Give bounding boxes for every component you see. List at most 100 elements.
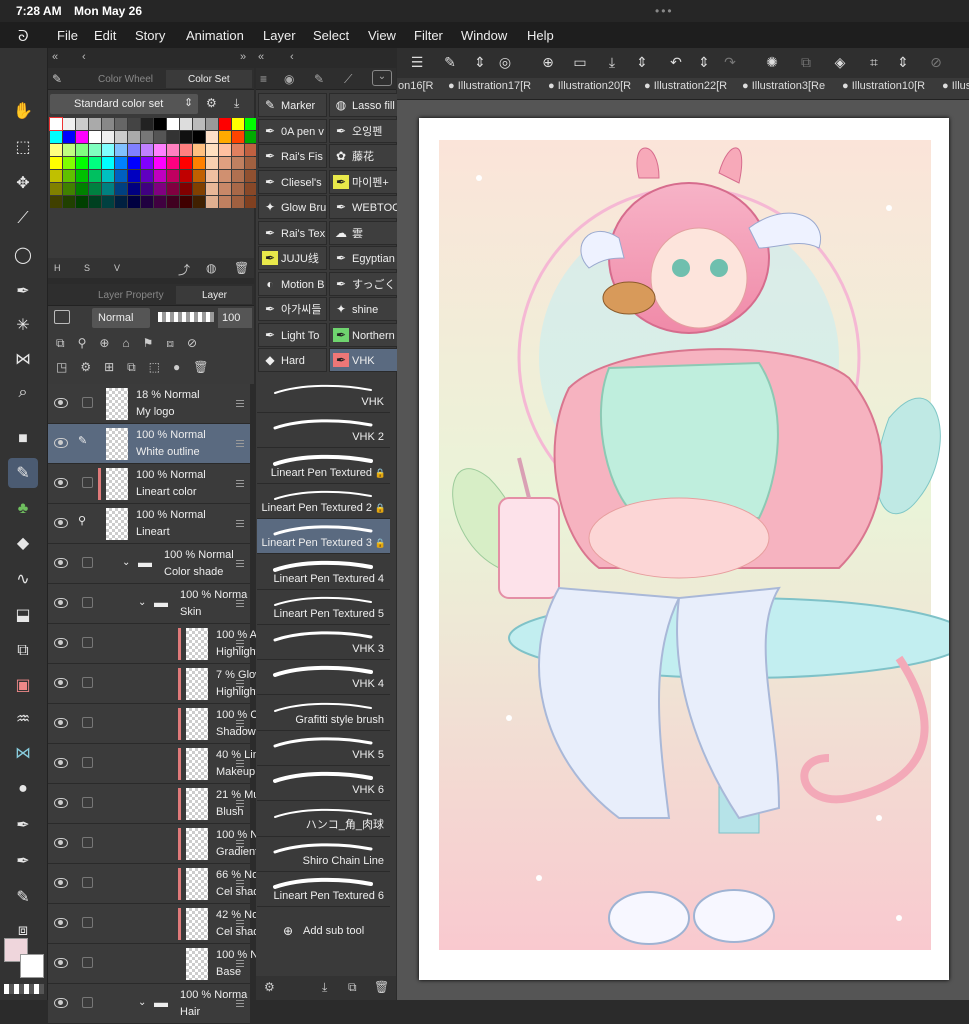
magic-wand-tool-icon[interactable]: ✳ [8,310,38,340]
color-swatch[interactable] [76,131,88,143]
blend-tool-icon[interactable]: ♒ [8,704,38,734]
color-swatch[interactable] [193,170,205,182]
color-swatch[interactable] [232,131,244,143]
clear-icon[interactable]: ⊘ [926,54,946,74]
fill-icon[interactable]: ◈ [830,54,850,74]
opacity-input[interactable]: 100 [218,308,252,328]
color-swatch[interactable] [50,144,62,156]
color-swatch[interactable] [89,118,101,130]
color-swatch[interactable] [115,144,127,156]
layer-checkbox[interactable] [82,877,93,888]
color-swatch[interactable] [219,183,231,195]
color-swatch[interactable] [167,170,179,182]
transparent-color-swatch[interactable] [4,984,44,994]
sub-tool-item[interactable]: ✒ 아가씨들 [258,297,327,321]
layer-toolbar-row-2[interactable]: ◳⚙⊞⧉⬚●🗑 [56,360,252,375]
color-swatch[interactable] [180,157,192,169]
color-swatch[interactable] [193,196,205,208]
layer-checkbox[interactable] [82,397,93,408]
color-swatch[interactable] [167,144,179,156]
color-swatch[interactable] [89,144,101,156]
color-swatch[interactable] [89,170,101,182]
updown-icon-4[interactable]: ⇕ [893,54,913,74]
balloon-tool-icon[interactable]: ● [8,774,38,804]
menu-filter[interactable]: Filter [414,28,443,43]
transform-icon[interactable]: ⧉ [796,54,816,74]
eye-icon[interactable] [54,478,68,488]
sub-tool-item[interactable]: ✒ 0A pen v [258,118,327,143]
color-swatch[interactable] [63,170,75,182]
brush-item[interactable]: ハンコ_角_肉球 [257,801,390,837]
layer-row[interactable]: ⌄ ▬ 100 % Norma Hair [48,984,250,1024]
menu-file[interactable]: File [57,28,78,43]
sub-tool-item[interactable]: ✒ VHK [329,348,398,372]
drag-handle-icon[interactable] [236,760,244,767]
color-swatch[interactable] [141,183,153,195]
canvas-page[interactable] [419,118,949,980]
brush-item[interactable]: 🔒 Lineart Pen Textured 3 [257,519,390,555]
menu-view[interactable]: View [368,28,396,43]
color-swatch[interactable] [76,183,88,195]
color-swatch[interactable] [63,157,75,169]
color-swatch[interactable] [167,196,179,208]
move-tool-icon[interactable]: ✥ [8,168,38,198]
color-swatch-grid[interactable] [49,117,257,208]
color-swatch[interactable] [206,131,218,143]
drag-handle-icon[interactable] [236,440,244,447]
color-swatch[interactable] [115,196,127,208]
color-swatch[interactable] [63,118,75,130]
chevron-down-icon[interactable]: ⌄ [138,597,146,608]
document-tab[interactable]: ● Illustration22[R [644,80,727,98]
eye-icon[interactable] [54,438,68,448]
color-swatch[interactable] [141,144,153,156]
settings-icon[interactable]: ⚙ [264,980,275,994]
collapse-left-icon-3[interactable]: « [258,51,264,63]
layer-row[interactable]: 18 % Normal My logo [48,384,250,424]
updown-icon[interactable]: ⇕ [470,54,490,74]
updown-icon-2[interactable]: ⇕ [632,54,652,74]
eye-tab-icon[interactable]: ◉ [284,72,294,86]
layer-row[interactable]: 100 % ColoShadows [48,704,273,744]
color-swatch[interactable] [63,196,75,208]
color-swatch[interactable] [141,118,153,130]
save-icon[interactable]: ⤓ [602,54,622,74]
color-swatch[interactable] [128,183,140,195]
brush-item[interactable]: VHK 5 [257,731,390,766]
layer-row[interactable]: 100 % NormBase [48,944,277,984]
eye-icon[interactable] [54,678,68,688]
color-swatch[interactable] [50,170,62,182]
updown-icon-3[interactable]: ⇕ [694,54,714,74]
color-swatch[interactable] [180,144,192,156]
color-swatch[interactable] [193,157,205,169]
color-swatch[interactable] [154,118,166,130]
drag-handle-icon[interactable] [236,880,244,887]
hamburger-menu-icon[interactable]: ☰ [407,54,427,74]
color-swatch[interactable] [50,183,62,195]
color-swatch[interactable] [206,144,218,156]
chevron-left-icon-2[interactable]: ‹ [290,51,294,63]
color-swatch[interactable] [50,131,62,143]
sub-tool-item[interactable]: ✒ WEBTOO [329,195,398,219]
duplicate-icon[interactable]: ⧉ [348,980,357,995]
sub-tool-item[interactable]: ✒ Rai's Tex [258,220,327,245]
zoom-tool-icon[interactable]: ⌕ [8,378,38,408]
tab-color-set[interactable]: Color Set [166,70,252,88]
chevron-down-icon[interactable]: ⌄ [372,70,392,86]
replace-icon[interactable]: ⤴ [178,261,190,278]
layer-row[interactable]: ✎ 100 % Normal White outline [48,424,250,464]
layer-checkbox[interactable] [82,837,93,848]
layer-row[interactable]: 100 % NormGradient [48,824,277,864]
color-swatch[interactable] [232,170,244,182]
color-swatch[interactable] [193,118,205,130]
chevron-left-icon[interactable]: ‹ [82,51,86,63]
layer-checkbox[interactable] [82,637,93,648]
color-swatch[interactable] [115,157,127,169]
color-swatch[interactable] [180,196,192,208]
mode-v[interactable]: V [114,263,120,273]
color-swatch[interactable] [141,131,153,143]
brush-item[interactable]: Lineart Pen Textured 6 [257,872,390,908]
color-swatch[interactable] [76,144,88,156]
tab-color-wheel[interactable]: Color Wheel [98,74,153,85]
grass-brush-icon[interactable]: ♣ [8,494,38,524]
layer-row[interactable]: 42 % NormCel shade 1 [48,904,275,944]
